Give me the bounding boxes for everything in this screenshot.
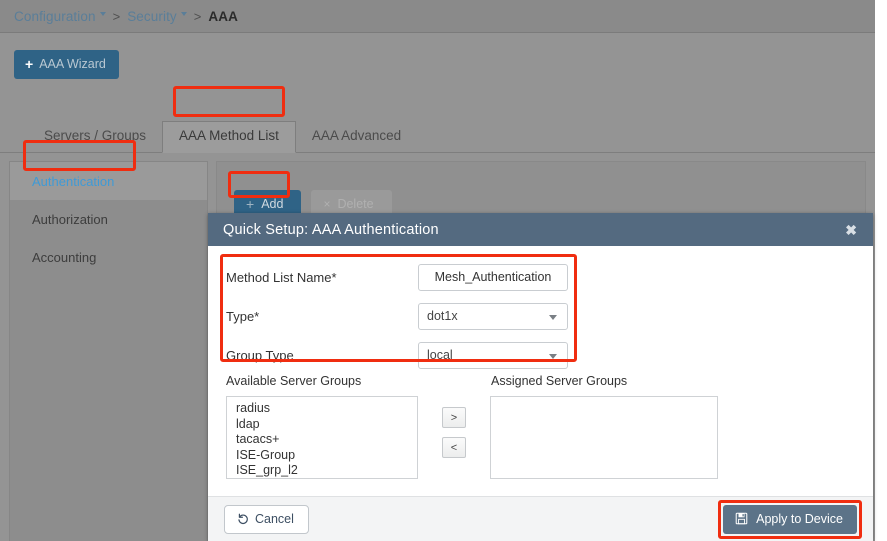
list-item[interactable]: ldap [236, 417, 417, 433]
type-select[interactable]: dot1x [418, 303, 568, 330]
plus-icon: + [246, 197, 254, 211]
method-list-name-label: Method List Name* [226, 270, 418, 285]
aaa-wizard-label: AAA Wizard [39, 57, 106, 71]
server-groups-body: radius ldap tacacs+ ISE-Group ISE_grp_l2… [226, 396, 846, 479]
cancel-button[interactable]: Cancel [224, 505, 309, 534]
field-row-method-list-name: Method List Name* [226, 258, 574, 296]
type-label: Type* [226, 309, 418, 324]
server-groups-section: Available Server Groups Assigned Server … [226, 374, 846, 479]
dialog-header: Quick Setup: AAA Authentication ✖ [208, 213, 873, 246]
field-row-group-type: Group Type local [226, 336, 574, 374]
add-button-label: Add [261, 197, 283, 211]
server-groups-labels: Available Server Groups Assigned Server … [226, 374, 846, 388]
apply-to-device-label: Apply to Device [756, 512, 843, 526]
close-icon[interactable]: ✖ [843, 221, 859, 239]
list-item[interactable]: ISE-Group [236, 448, 417, 464]
quick-setup-dialog: Quick Setup: AAA Authentication ✖ Method… [208, 213, 873, 541]
group-type-select-value: local [427, 348, 453, 362]
delete-button-label: Delete [337, 197, 373, 211]
apply-button-wrapper: Apply to Device [723, 505, 857, 534]
move-right-button[interactable]: > [442, 407, 466, 428]
method-list-name-input[interactable] [418, 264, 568, 291]
breadcrumb-label: Configuration [14, 9, 96, 24]
breadcrumb-separator: > [194, 9, 202, 24]
breadcrumb: Configuration > Security > AAA [0, 0, 875, 33]
chevron-down-icon [100, 12, 106, 16]
dialog-footer: Cancel Apply to Device [208, 496, 873, 541]
available-server-groups-label: Available Server Groups [226, 374, 491, 388]
transfer-buttons: > < [418, 396, 490, 458]
sidebar-item-accounting[interactable]: Accounting [10, 238, 207, 276]
chevron-down-icon [549, 315, 557, 320]
move-left-button[interactable]: < [442, 437, 466, 458]
dialog-body: Method List Name* Type* dot1x Group Type… [208, 246, 873, 496]
field-row-type: Type* dot1x [226, 297, 574, 335]
dialog-title: Quick Setup: AAA Authentication [223, 222, 439, 238]
breadcrumb-item-aaa: AAA [208, 9, 238, 24]
tab-aaa-method-list[interactable]: AAA Method List [162, 121, 296, 153]
tab-aaa-advanced[interactable]: AAA Advanced [296, 122, 417, 152]
tab-bar: Servers / Groups AAA Method List AAA Adv… [0, 118, 875, 153]
chevron-down-icon [181, 12, 187, 16]
close-icon: × [323, 198, 330, 210]
chevron-down-icon [549, 354, 557, 359]
apply-to-device-button[interactable]: Apply to Device [723, 505, 857, 534]
list-item[interactable]: ISE_grp_l2 [236, 463, 417, 479]
sidebar: Authentication Authorization Accounting [9, 161, 208, 541]
breadcrumb-item-configuration[interactable]: Configuration [14, 9, 106, 24]
group-type-select[interactable]: local [418, 342, 568, 369]
assigned-server-groups-list[interactable] [490, 396, 718, 479]
undo-arrow-icon [237, 513, 249, 525]
cancel-button-label: Cancel [255, 512, 294, 526]
assigned-server-groups-label: Assigned Server Groups [491, 374, 627, 388]
group-type-label: Group Type [226, 348, 418, 363]
tab-servers-groups[interactable]: Servers / Groups [28, 122, 162, 152]
breadcrumb-item-security[interactable]: Security [127, 9, 187, 24]
page-right-gutter [875, 0, 887, 541]
sidebar-item-authentication[interactable]: Authentication [10, 162, 207, 200]
breadcrumb-label: Security [127, 9, 177, 24]
type-select-value: dot1x [427, 309, 458, 323]
list-item[interactable]: radius [236, 401, 417, 417]
aaa-wizard-button[interactable]: + AAA Wizard [14, 50, 119, 79]
breadcrumb-separator: > [113, 9, 121, 24]
sidebar-item-authorization[interactable]: Authorization [10, 200, 207, 238]
list-item[interactable]: tacacs+ [236, 432, 417, 448]
plus-icon: + [25, 57, 33, 71]
save-disk-icon [735, 512, 748, 525]
available-server-groups-list[interactable]: radius ldap tacacs+ ISE-Group ISE_grp_l2 [226, 396, 418, 479]
dialog-form: Method List Name* Type* dot1x Group Type… [226, 258, 574, 375]
